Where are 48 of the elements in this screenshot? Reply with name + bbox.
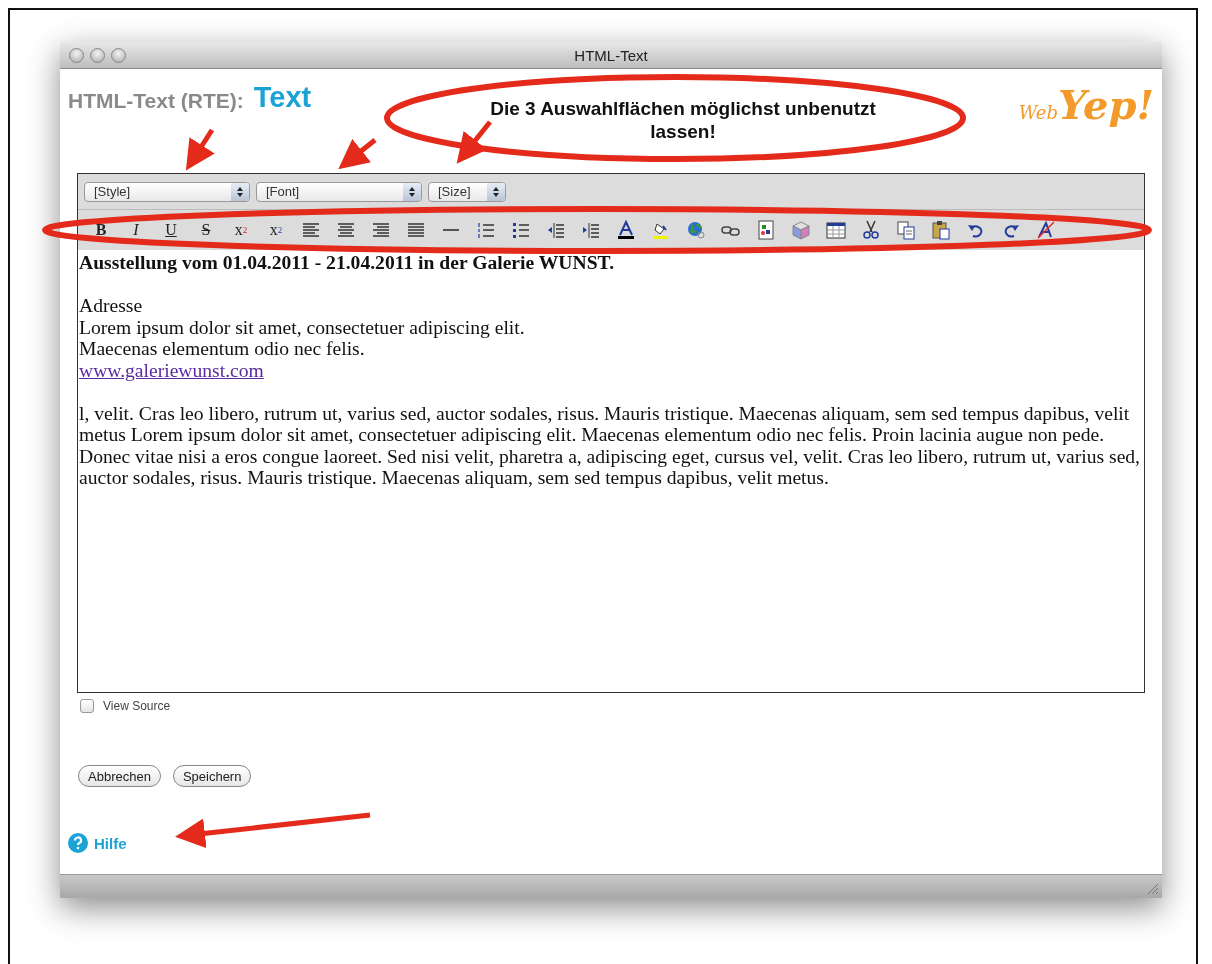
stepper-icon[interactable] — [492, 185, 500, 198]
outdent-icon[interactable] — [546, 220, 566, 240]
paragraph-text: Adresse — [79, 295, 144, 317]
editor-label: HTML-Text (RTE): — [68, 89, 244, 113]
web-link[interactable]: www.galeriewunst.com — [79, 359, 264, 381]
paragraph-text: Maecenas elementum odio nec felis. — [79, 338, 366, 360]
paste-icon[interactable] — [931, 220, 951, 240]
bullet-list-icon[interactable] — [511, 220, 531, 240]
paragraph-text: Lorem ipsum dolor sit amet, consectetuer adipiscing elit. — [79, 316, 526, 338]
scissors-icon[interactable] — [861, 220, 881, 240]
dropdown[interactable]: [Font] — [256, 181, 422, 202]
cube-icon[interactable] — [791, 220, 811, 240]
stepper-icon[interactable] — [408, 185, 416, 198]
checkbox[interactable] — [80, 699, 94, 713]
align-right-icon[interactable] — [371, 220, 391, 240]
format-button[interactable]: B — [91, 220, 111, 240]
table-icon[interactable] — [826, 220, 846, 240]
checkbox-label[interactable]: View Source — [103, 699, 171, 713]
numbered-list-icon[interactable] — [476, 220, 496, 240]
logo: WebYep! — [1018, 81, 1154, 128]
dropdown[interactable]: [Style] — [84, 181, 250, 202]
justify-icon[interactable] — [406, 220, 426, 240]
heading-text: Ausstellung vom 01.04.2011 - 21.04.2011 in der Galerie WUNST. — [79, 252, 616, 274]
field-name: Text — [253, 81, 312, 114]
align-center-icon[interactable] — [336, 220, 356, 240]
dialog-button[interactable]: Abbrechen — [78, 765, 161, 787]
stepper-icon[interactable] — [236, 185, 244, 198]
globe-icon[interactable] — [686, 220, 706, 240]
align-left-icon[interactable] — [301, 220, 321, 240]
annotation-arrow — [185, 128, 215, 171]
paragraph-text: l, velit. Cras leo libero, rutrum ut, varius sed, auctor sodales, risus. Mauris tristique. Maecenas aliquam, sem sed tempus dapibus, velit metus Lorem ipsum dolor sit amet, consectetuer adipiscing elit. Maecenas elementum odio nec felis. Proin lacinia augue non pede. Donec vitae nisi a eros congue laoreet. Sed nisi velit, pharetra a, adipiscing eget, cursus vel, velit. Cras leo libero, rutrum ut, varius sed, auctor sodales, risus. Mauris tristique. Maecenas aliquam, sem sed tempus dapibus, velit metus. — [79, 402, 1142, 489]
paint-bucket-icon[interactable] — [651, 220, 671, 240]
dropdown[interactable]: [Size] — [428, 181, 506, 202]
resize-grip-icon[interactable] — [1147, 883, 1159, 895]
annotation-arrow — [338, 138, 377, 170]
format-button[interactable]: I — [126, 220, 146, 240]
copy-icon[interactable] — [896, 220, 916, 240]
dialog-button[interactable]: Speichern — [172, 765, 252, 787]
format-button[interactable]: U — [161, 220, 181, 240]
clear-format-icon[interactable] — [1036, 220, 1056, 240]
help-icon[interactable] — [68, 833, 88, 853]
image-icon[interactable] — [756, 220, 776, 240]
indent-icon[interactable] — [581, 220, 601, 240]
text-color-icon[interactable] — [616, 220, 636, 240]
annotation-arrow — [456, 120, 492, 164]
window-title: HTML-Text — [573, 46, 649, 64]
annotation-note: Die 3 Auswahlflächen möglichst unbenutzt lassen! — [489, 97, 877, 143]
format-button[interactable]: S — [196, 220, 216, 240]
